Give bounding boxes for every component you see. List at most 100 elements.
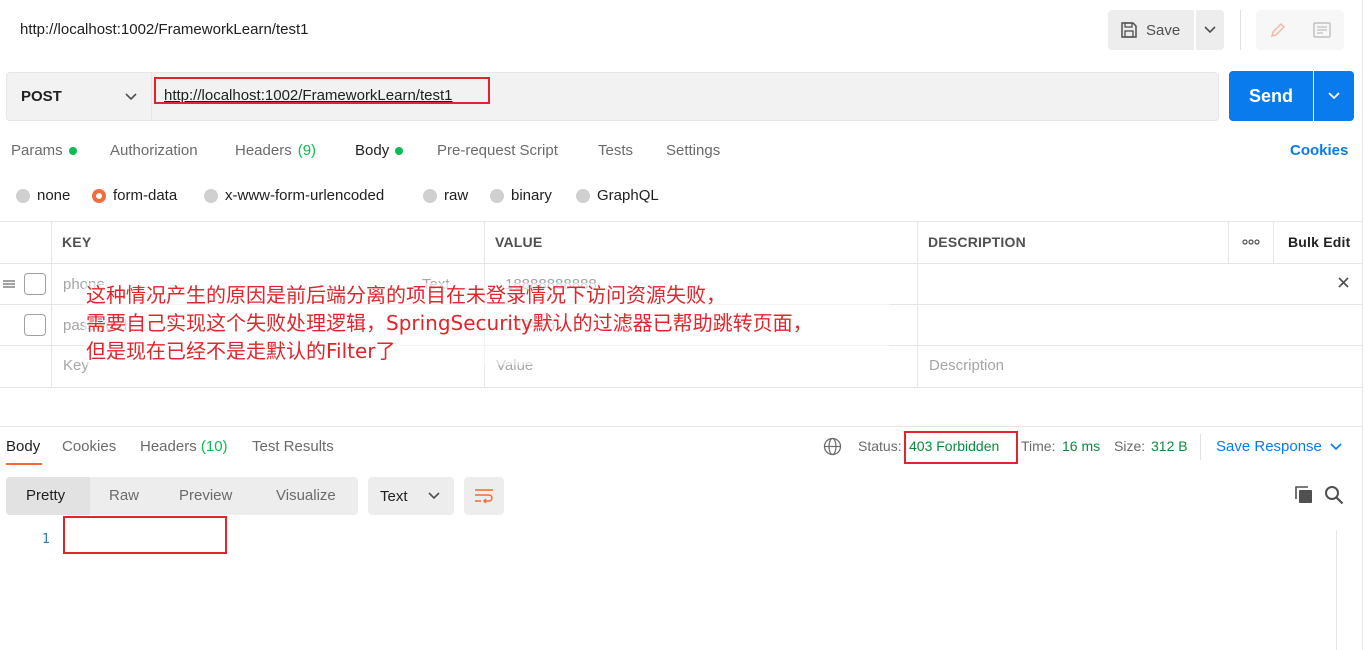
active-tab-underline: [6, 463, 42, 465]
row-enabled-checkbox[interactable]: [24, 273, 46, 295]
pencil-icon: [1270, 22, 1286, 38]
params-indicator-dot: [68, 146, 77, 155]
radio-binary[interactable]: binary: [490, 187, 552, 204]
tab-settings[interactable]: Settings: [666, 142, 720, 159]
time-value[interactable]: 16 ms: [1062, 438, 1100, 454]
tab-headers-label: Headers: [235, 142, 292, 159]
drag-handle-icon[interactable]: [2, 277, 16, 294]
radio-circle: [490, 188, 504, 203]
size-value[interactable]: 312 B: [1151, 438, 1188, 454]
table-col-divider: [1228, 221, 1229, 263]
chevron-down-icon: [428, 492, 440, 500]
tab-headers-count: (9): [297, 142, 317, 159]
annotation-line-2: 需要自己实现这个失败处理逻辑，SpringSecurity默认的过滤器已帮助跳转…: [86, 311, 813, 335]
view-preview-button[interactable]: Preview: [179, 487, 232, 504]
radio-graphql-label: GraphQL: [597, 187, 659, 204]
chevron-down-icon: [1330, 442, 1342, 450]
tab-headers[interactable]: Headers (9): [235, 142, 316, 159]
tab-prerequest-script[interactable]: Pre-request Script: [437, 142, 558, 159]
table-col-divider: [1273, 221, 1274, 263]
save-response-label: Save Response: [1216, 438, 1322, 455]
wrap-lines-button[interactable]: [464, 477, 504, 515]
radio-circle: [423, 188, 437, 203]
tab-params-label: Params: [11, 142, 63, 159]
send-button[interactable]: Send: [1229, 71, 1313, 121]
radio-none-label: none: [37, 187, 71, 204]
response-headers-count: (10): [200, 438, 228, 455]
save-label: Save: [1146, 21, 1181, 39]
response-tab-test-results[interactable]: Test Results: [252, 438, 334, 455]
edit-button[interactable]: [1256, 10, 1300, 50]
send-options-button[interactable]: [1314, 71, 1354, 121]
radio-graphql[interactable]: GraphQL: [576, 187, 659, 204]
annotation-highlight-url: [154, 77, 490, 104]
response-divider: [0, 426, 1362, 427]
tab-tests-label: Tests: [598, 142, 634, 159]
annotation-text: 这种情况产生的原因是前后端分离的项目在未登录情况下访问资源失败， 需要自己实现这…: [86, 281, 813, 365]
save-options-button[interactable]: [1196, 10, 1224, 50]
radio-raw[interactable]: raw: [423, 187, 468, 204]
radio-circle-selected: [92, 188, 106, 203]
tab-params[interactable]: Params: [11, 142, 77, 159]
response-tab-cookies[interactable]: Cookies: [62, 438, 116, 455]
documentation-button[interactable]: [1300, 10, 1344, 50]
response-tab-headers-label: Headers: [140, 438, 197, 455]
radio-circle: [16, 188, 30, 203]
table-col-divider: [51, 221, 52, 388]
search-icon[interactable]: [1324, 485, 1344, 508]
scrollbar[interactable]: [1336, 530, 1362, 650]
table-col-divider: [917, 221, 918, 388]
radio-form-data-label: form-data: [113, 187, 178, 204]
tab-body[interactable]: Body: [355, 142, 404, 159]
divider: [1200, 434, 1201, 460]
annotation-line-3: 但是现在已经不是走默认的Filter了: [86, 339, 396, 363]
radio-circle: [204, 188, 218, 203]
status-label: Status:: [858, 438, 902, 454]
annotation-highlight-body: [63, 516, 227, 554]
radio-none[interactable]: none: [16, 187, 70, 204]
col-header-description: DESCRIPTION: [928, 234, 1026, 250]
line-number: 1: [42, 532, 50, 547]
chevron-down-icon: [1328, 92, 1340, 100]
radio-urlencoded[interactable]: x-www-form-urlencoded: [204, 187, 384, 204]
delete-row-icon[interactable]: [1337, 276, 1350, 292]
request-title[interactable]: http://localhost:1002/FrameworkLearn/tes…: [20, 21, 309, 38]
tab-authorization-label: Authorization: [110, 142, 198, 159]
new-description-input[interactable]: Description: [929, 357, 1004, 374]
save-button[interactable]: Save: [1108, 10, 1194, 50]
annotation-highlight-status: [904, 431, 1018, 464]
save-response-button[interactable]: Save Response: [1216, 438, 1342, 455]
more-options-icon[interactable]: [1241, 232, 1261, 255]
format-select-label: Text: [380, 487, 408, 505]
row-enabled-checkbox[interactable]: [24, 314, 46, 336]
bulk-edit-button[interactable]: Bulk Edit: [1288, 234, 1350, 250]
radio-form-data[interactable]: form-data: [92, 187, 177, 204]
cookies-link[interactable]: Cookies: [1290, 142, 1348, 159]
method-select[interactable]: POST: [6, 72, 152, 121]
size-label: Size:: [1114, 438, 1146, 454]
col-header-key: KEY: [62, 234, 92, 250]
col-header-value: VALUE: [495, 234, 543, 250]
response-tab-headers[interactable]: Headers (10): [140, 438, 228, 455]
view-pretty-button[interactable]: Pretty: [26, 487, 65, 504]
save-icon: [1121, 22, 1137, 38]
annotation-line-1: 这种情况产生的原因是前后端分离的项目在未登录情况下访问资源失败，: [86, 283, 726, 307]
table-border-top: [0, 221, 1362, 222]
format-select[interactable]: Text: [368, 477, 454, 515]
tab-authorization[interactable]: Authorization: [110, 142, 198, 159]
response-tab-body[interactable]: Body: [6, 438, 40, 455]
tab-body-label: Body: [355, 142, 390, 159]
tab-settings-label: Settings: [666, 142, 721, 159]
divider: [1240, 10, 1241, 50]
method-label: POST: [21, 88, 62, 105]
copy-icon[interactable]: [1294, 485, 1314, 508]
view-visualize-button[interactable]: Visualize: [276, 487, 336, 504]
globe-icon[interactable]: [823, 437, 842, 459]
chevron-down-icon: [1204, 26, 1216, 34]
radio-circle: [576, 188, 590, 203]
tab-tests[interactable]: Tests: [598, 142, 633, 159]
radio-urlencoded-label: x-www-form-urlencoded: [225, 187, 385, 204]
pane-border: [1362, 0, 1363, 650]
document-icon: [1313, 22, 1331, 38]
view-raw-button[interactable]: Raw: [109, 487, 139, 504]
